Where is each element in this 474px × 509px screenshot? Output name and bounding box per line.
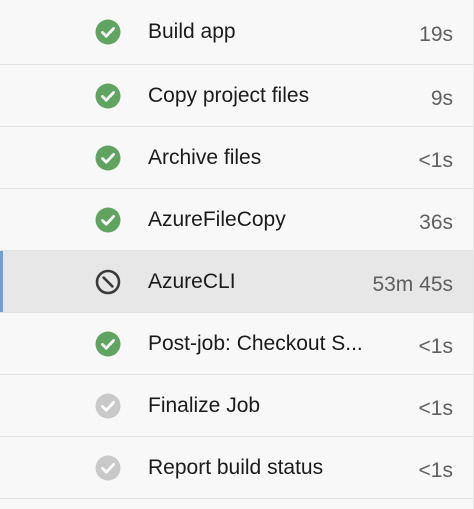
step-duration: <1s (418, 458, 453, 482)
step-row-archive-files[interactable]: Archive files <1s (0, 127, 473, 189)
step-row-azurefilecopy[interactable]: AzureFileCopy 36s (0, 189, 473, 251)
check-circle-icon (95, 331, 121, 357)
step-duration: <1s (418, 334, 453, 358)
pipeline-step-list: Build app 19s Copy project files 9s Arch… (0, 0, 474, 509)
canceled-icon (95, 269, 121, 295)
step-row-build-app[interactable]: Build app 19s (0, 0, 473, 65)
step-name: AzureCLI (148, 269, 236, 293)
step-name: Finalize Job (148, 393, 261, 417)
step-duration: 36s (419, 210, 453, 234)
step-duration: 19s (419, 22, 453, 46)
check-circle-icon (95, 145, 121, 171)
step-row-report-build-status[interactable]: Report build status <1s (0, 437, 473, 499)
check-circle-gray-icon (95, 393, 121, 419)
step-row-post-job-checkout[interactable]: Post-job: Checkout S... <1s (0, 313, 473, 375)
check-circle-gray-icon (95, 455, 121, 481)
step-duration: 9s (430, 86, 453, 110)
check-circle-icon (95, 83, 121, 109)
check-circle-icon (95, 207, 121, 233)
step-name: Post-job: Checkout S... (148, 331, 363, 355)
step-duration: 53m 45s (372, 272, 453, 296)
step-name: AzureFileCopy (148, 207, 286, 231)
step-name: Copy project files (148, 83, 310, 107)
step-row-copy-project-files[interactable]: Copy project files 9s (0, 65, 473, 127)
check-circle-icon (95, 19, 121, 45)
step-row-finalize-job[interactable]: Finalize Job <1s (0, 375, 473, 437)
step-name: Archive files (148, 145, 262, 169)
step-duration: <1s (418, 148, 453, 172)
step-row-azurecli[interactable]: AzureCLI 53m 45s (0, 251, 473, 313)
step-name: Build app (148, 20, 236, 43)
step-name: Report build status (148, 455, 324, 479)
step-duration: <1s (418, 396, 453, 420)
